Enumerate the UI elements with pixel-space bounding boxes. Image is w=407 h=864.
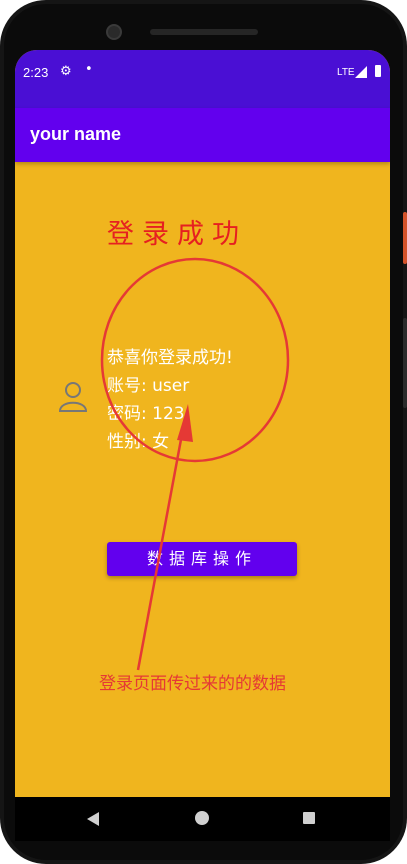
- gender-text: 性别: 女: [107, 432, 170, 452]
- annotation-label: 登录页面传过来的的数据: [99, 674, 286, 694]
- notification-dot-icon: •: [85, 62, 93, 77]
- home-icon[interactable]: [195, 811, 209, 825]
- account-text: 账号: user: [107, 376, 190, 396]
- volume-button: [403, 318, 407, 408]
- status-time: 2:23: [23, 65, 49, 80]
- app-title: your name: [30, 124, 122, 144]
- database-operation-button[interactable]: 数据库操作: [107, 542, 297, 576]
- battery-icon: [375, 65, 381, 77]
- user-avatar-icon: [58, 382, 88, 412]
- app-bar: your name: [15, 108, 390, 162]
- recents-icon[interactable]: [303, 812, 315, 824]
- network-type: LTE: [337, 67, 355, 78]
- phone-frame: 2:23 ⚙ • LTE your name 登录成功 恭喜你登录成功! 账号:…: [0, 0, 407, 864]
- login-success-heading: 登录成功: [107, 219, 247, 250]
- signal-icon: [355, 66, 367, 78]
- back-icon[interactable]: [85, 811, 101, 827]
- front-camera: [106, 24, 122, 40]
- app-screen: 2:23 ⚙ • LTE your name 登录成功 恭喜你登录成功! 账号:…: [15, 50, 390, 805]
- password-text: 密码: 123: [107, 404, 185, 424]
- power-button: [403, 212, 407, 264]
- status-bar: 2:23 ⚙ • LTE: [15, 50, 390, 108]
- greeting-text: 恭喜你登录成功!: [107, 348, 233, 368]
- navigation-bar: [15, 797, 390, 841]
- earpiece-speaker: [150, 29, 258, 35]
- user-info-block: 恭喜你登录成功! 账号: user 密码: 123 性别: 女: [107, 344, 233, 456]
- settings-gear-icon: ⚙: [60, 64, 72, 79]
